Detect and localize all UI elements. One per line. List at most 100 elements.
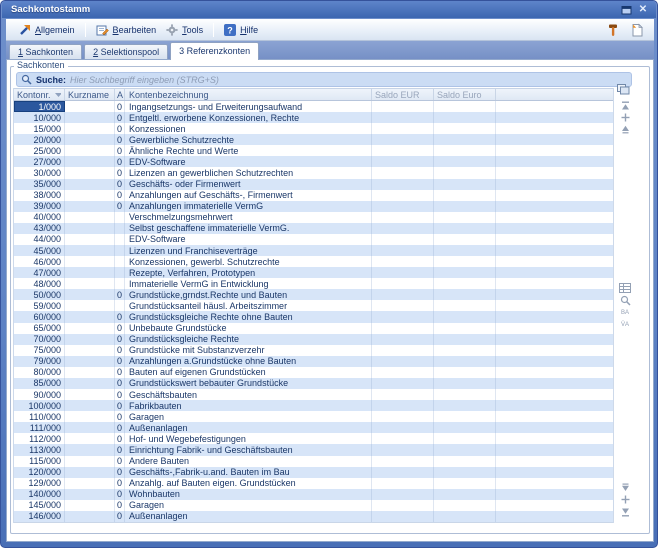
cell-saldo-euro[interactable]: [434, 444, 496, 456]
table-row[interactable]: 100/000 0 Fabrikbauten: [14, 400, 613, 412]
cell-a[interactable]: 0: [115, 134, 125, 146]
cell-saldo-eur[interactable]: [372, 422, 434, 434]
cell-kontonr[interactable]: 48/000: [14, 278, 65, 290]
cell-kontonr[interactable]: 85/000: [14, 377, 65, 390]
cell-kontenbezeichnung[interactable]: Außenanlagen: [125, 422, 372, 434]
cell-kurzname[interactable]: [65, 322, 115, 334]
cell-kontenbezeichnung[interactable]: Garagen: [125, 411, 372, 423]
cell-kontenbezeichnung[interactable]: Entgeltl. erworbene Konzessionen, Rechte: [125, 112, 372, 124]
cell-kontonr[interactable]: 112/000: [14, 433, 65, 445]
cell-kontenbezeichnung[interactable]: Rezepte, Verfahren, Prototypen: [125, 267, 372, 279]
cell-kontenbezeichnung[interactable]: Grundstückswert bebauter Grundstücke: [125, 377, 372, 390]
cell-saldo-eur[interactable]: [372, 355, 434, 367]
table-row[interactable]: 10/000 0 Entgeltl. erworbene Konzessionen,…: [14, 112, 613, 124]
cell-kontenbezeichnung[interactable]: Unbebaute Grundstücke: [125, 322, 372, 334]
cell-filler[interactable]: [496, 478, 613, 489]
cell-saldo-euro[interactable]: [434, 245, 496, 257]
column-header-saldo-eur[interactable]: Saldo EUR: [372, 89, 434, 100]
cell-kontenbezeichnung[interactable]: Hof- und Wegebefestigungen: [125, 433, 372, 445]
cell-kontenbezeichnung[interactable]: Fabrikbauten: [125, 400, 372, 412]
cell-kontonr[interactable]: 90/000: [14, 389, 65, 401]
table-row[interactable]: 44/000 EDV-Software: [14, 233, 613, 246]
column-header-kontenbezeichnung[interactable]: Kontenbezeichnung: [125, 89, 372, 100]
cell-kontenbezeichnung[interactable]: Grundstücksgleiche Rechte ohne Bauten: [125, 311, 372, 323]
cell-saldo-euro[interactable]: [434, 278, 496, 290]
table-row[interactable]: 70/000 0 Grundstücksgleiche Rechte: [14, 333, 613, 345]
cell-saldo-eur[interactable]: [372, 510, 434, 522]
cell-saldo-euro[interactable]: [434, 488, 496, 500]
cell-kurzname[interactable]: [65, 156, 115, 168]
menu-allgemein[interactable]: Allgemein: [14, 22, 80, 37]
cell-kontenbezeichnung[interactable]: Verschmelzungsmehrwert: [125, 211, 372, 223]
column-chooser-icon[interactable]: [616, 84, 630, 95]
cell-kurzname[interactable]: [65, 411, 115, 423]
cell-filler[interactable]: [496, 101, 613, 112]
cell-kontonr[interactable]: 79/000: [14, 355, 65, 367]
cell-kontenbezeichnung[interactable]: Gewerbliche Schutzrechte: [125, 134, 372, 146]
cell-filler[interactable]: [496, 278, 613, 289]
cell-filler[interactable]: [496, 234, 613, 245]
cell-saldo-eur[interactable]: [372, 112, 434, 124]
table-row[interactable]: 47/000 Rezepte, Verfahren, Prototypen: [14, 267, 613, 279]
cell-kontonr[interactable]: 43/000: [14, 222, 65, 234]
cell-kurzname[interactable]: [65, 245, 115, 257]
table-row[interactable]: 15/000 0 Konzessionen: [14, 123, 613, 135]
cell-kurzname[interactable]: [65, 178, 115, 190]
cell-kurzname[interactable]: [65, 222, 115, 234]
cell-kontonr[interactable]: 70/000: [14, 333, 65, 345]
table-row[interactable]: 45/000 Lizenzen und Franchiseverträge: [14, 245, 613, 257]
cell-saldo-euro[interactable]: [434, 167, 496, 179]
cell-kurzname[interactable]: [65, 422, 115, 434]
cell-saldo-eur[interactable]: [372, 189, 434, 201]
cell-a[interactable]: 0: [115, 444, 125, 456]
cell-saldo-euro[interactable]: [434, 233, 496, 246]
cell-saldo-euro[interactable]: [434, 322, 496, 334]
table-row[interactable]: 50/000 0 Grundstücke,grndst.Rechte und Bau…: [14, 289, 613, 301]
cell-saldo-euro[interactable]: [434, 123, 496, 135]
cell-saldo-eur[interactable]: [372, 400, 434, 412]
ba-view-icon[interactable]: BA: [618, 308, 632, 319]
cell-kurzname[interactable]: [65, 167, 115, 179]
cell-saldo-eur[interactable]: [372, 256, 434, 268]
table-row[interactable]: 129/000 0 Anzahlg. auf Bauten eigen. Grund…: [14, 477, 613, 489]
tab-sachkonten[interactable]: 1 Sachkonten: [9, 44, 83, 59]
cell-a[interactable]: 0: [115, 411, 125, 423]
cell-saldo-eur[interactable]: [372, 366, 434, 378]
cell-a[interactable]: 0: [115, 123, 125, 135]
cell-kurzname[interactable]: [65, 477, 115, 489]
cell-filler[interactable]: [496, 190, 613, 201]
cell-kontenbezeichnung[interactable]: Ähnliche Rechte und Werte: [125, 145, 372, 157]
table-row[interactable]: 27/000 0 EDV-Software: [14, 156, 613, 168]
new-document-icon[interactable]: [628, 22, 646, 38]
cell-kontonr[interactable]: 44/000: [14, 233, 65, 246]
cell-saldo-euro[interactable]: [434, 389, 496, 401]
cell-saldo-eur[interactable]: [372, 411, 434, 423]
cell-filler[interactable]: [496, 389, 613, 400]
cell-a[interactable]: [115, 256, 125, 268]
cell-kurzname[interactable]: [65, 101, 115, 113]
cell-kurzname[interactable]: [65, 211, 115, 223]
table-row[interactable]: 113/000 0 Einrichtung Fabrik- und Geschäft…: [14, 444, 613, 456]
cell-saldo-euro[interactable]: [434, 300, 496, 312]
cell-a[interactable]: 0: [115, 389, 125, 401]
cell-a[interactable]: 0: [115, 344, 125, 356]
cell-kurzname[interactable]: [65, 256, 115, 268]
table-row[interactable]: 80/000 0 Bauten auf eigenen Grundstücken: [14, 366, 613, 378]
cell-saldo-eur[interactable]: [372, 123, 434, 135]
hammer-icon[interactable]: [604, 22, 622, 38]
cell-kontonr[interactable]: 46/000: [14, 256, 65, 268]
cell-filler[interactable]: [496, 134, 613, 145]
cell-saldo-euro[interactable]: [434, 510, 496, 522]
cell-kurzname[interactable]: [65, 455, 115, 467]
table-row[interactable]: 59/000 Grundstücksanteil häusl. Arbeitszi…: [14, 300, 613, 312]
menu-hilfe[interactable]: ? Hilfe: [219, 22, 263, 38]
cell-kontenbezeichnung[interactable]: Grundstücke mit Substanzverzehr: [125, 344, 372, 356]
scroll-to-bottom-icon[interactable]: [618, 506, 632, 517]
cell-saldo-euro[interactable]: [434, 400, 496, 412]
cell-kontonr[interactable]: 80/000: [14, 366, 65, 378]
cell-saldo-euro[interactable]: [434, 256, 496, 268]
cell-saldo-eur[interactable]: [372, 167, 434, 179]
cell-saldo-eur[interactable]: [372, 145, 434, 157]
cell-a[interactable]: [115, 245, 125, 257]
tab-selektionspool[interactable]: 2 Selektionspool: [84, 44, 169, 59]
